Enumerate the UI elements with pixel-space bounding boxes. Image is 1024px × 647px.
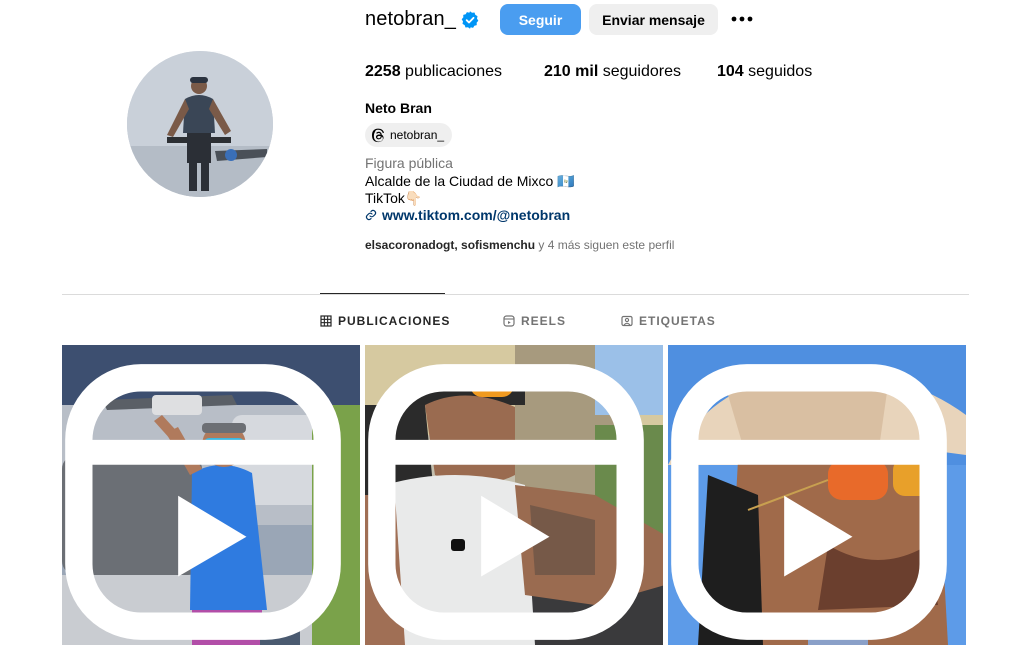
reel-badge-icon: [671, 364, 947, 640]
following-count[interactable]: 104 seguidos: [717, 63, 812, 81]
posts-count-label: publicaciones: [405, 63, 502, 80]
bio-line-1: Alcalde de la Ciudad de Mixco 🇬🇹: [365, 173, 575, 189]
more-options-icon[interactable]: [729, 8, 755, 30]
post-thumbnail[interactable]: [62, 345, 360, 645]
tab-publicaciones[interactable]: PUBLICACIONES: [320, 314, 450, 328]
post-thumbnail[interactable]: [668, 345, 966, 645]
bio-link-text: www.tiktom.com/@netobran: [382, 207, 571, 223]
threads-badge[interactable]: netobran_: [365, 123, 453, 147]
threads-icon: [372, 128, 384, 142]
message-button[interactable]: Enviar mensaje: [589, 4, 718, 35]
tab-reels[interactable]: REELS: [503, 314, 566, 328]
tagged-icon: [621, 315, 633, 327]
posts-count: 2258 publicaciones: [365, 63, 502, 81]
following-count-label: seguidos: [748, 63, 813, 80]
threads-handle: netobran_: [390, 128, 445, 142]
tab-label: ETIQUETAS: [639, 314, 716, 328]
reel-badge-icon: [368, 364, 644, 640]
profile-category: Figura pública: [365, 155, 453, 171]
followed-by-names: elsacoronadogt, sofismenchu: [365, 238, 536, 252]
avatar-image: [127, 51, 273, 197]
bio-link[interactable]: www.tiktom.com/@netobran: [365, 207, 570, 223]
section-divider: [62, 294, 969, 295]
posts-count-value: 2258: [365, 63, 401, 80]
tab-etiquetas[interactable]: ETIQUETAS: [621, 314, 716, 328]
profile-username: netobran_: [365, 8, 456, 30]
followers-count-value: 210 mil: [544, 63, 599, 80]
following-count-value: 104: [717, 63, 744, 80]
reel-badge-icon: [65, 364, 341, 640]
active-tab-indicator: [320, 293, 445, 294]
followers-count-label: seguidores: [602, 63, 681, 80]
followed-by[interactable]: elsacoronadogt, sofismenchu y 4 más sigu…: [365, 238, 674, 252]
tab-label: REELS: [521, 314, 567, 328]
profile-full-name: Neto Bran: [365, 100, 432, 116]
link-icon: [365, 209, 377, 221]
followers-count[interactable]: 210 mil seguidores: [544, 63, 681, 81]
post-thumbnail[interactable]: [365, 345, 663, 645]
profile-avatar[interactable]: [127, 51, 273, 197]
tab-label: PUBLICACIONES: [338, 314, 451, 328]
reels-icon: [503, 315, 515, 327]
followed-by-rest: y 4 más siguen este perfil: [535, 238, 675, 252]
verified-badge-icon: [461, 11, 479, 29]
follow-button[interactable]: Seguir: [500, 4, 581, 35]
grid-icon: [320, 315, 332, 327]
bio-line-2: TikTok👇🏻: [365, 190, 423, 206]
